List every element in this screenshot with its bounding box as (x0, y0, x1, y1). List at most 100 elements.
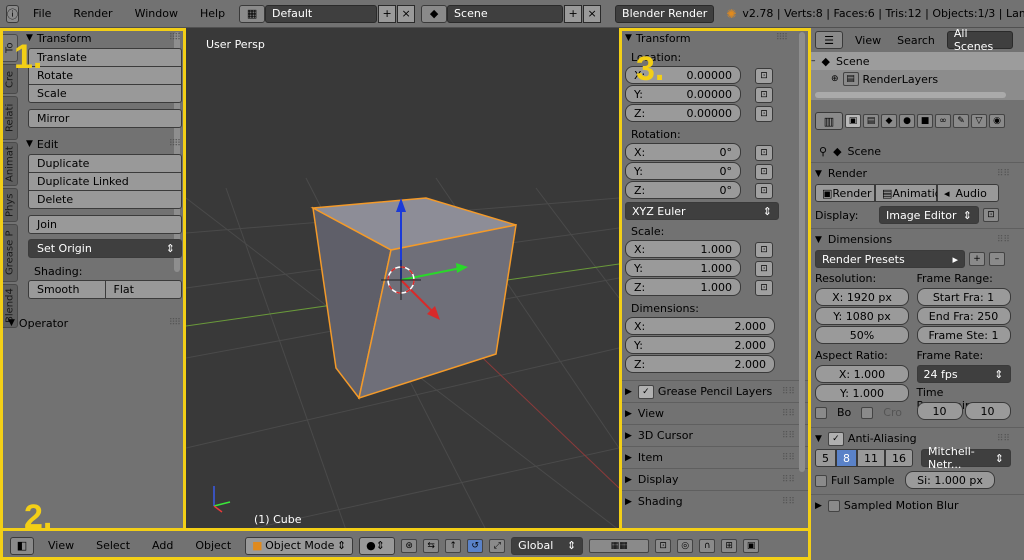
mode-dropdown[interactable]: ■ Object Mode ⇕ (245, 536, 354, 555)
section-display[interactable]: ▶ Display ⠿⠿ (619, 468, 809, 490)
drag-grip-icon[interactable]: ⠿⠿ (782, 387, 795, 397)
scale-y-field[interactable]: Y: 1.000 (625, 259, 741, 277)
tab-relations[interactable]: Relati (2, 96, 18, 140)
render-panel-header[interactable]: ▼ Render ⠿⠿ (809, 162, 1024, 184)
transform-orientation-dropdown[interactable]: Global ⇕ (511, 536, 584, 555)
flat-button[interactable]: Flat (104, 280, 182, 299)
render-image-button[interactable]: ▣ Render (815, 184, 875, 202)
rotation-x-field[interactable]: X: 0° (625, 143, 741, 161)
drag-grip-icon[interactable]: ⠿⠿ (169, 318, 181, 328)
border-checkbox[interactable] (815, 406, 827, 419)
aa-samples-8[interactable]: 8 (836, 449, 857, 467)
menu-file[interactable]: File (25, 7, 59, 20)
section-grease-pencil-layers[interactable]: ▶ ✓ Grease Pencil Layers ⠿⠿ (619, 380, 809, 402)
snap-magnet-icon[interactable]: ∩ (699, 538, 716, 553)
filter-size-field[interactable]: Si: 1.000 px (905, 471, 995, 489)
frame-step-field[interactable]: Frame Ste: 1 (916, 326, 1011, 344)
outliner-row-renderlayers[interactable]: ⊕ ▤ RenderLayers (809, 70, 1024, 88)
operator-panel-header[interactable]: ▼ Operator ⠿⠿ (2, 313, 186, 333)
menu-view[interactable]: View (40, 539, 82, 552)
outliner-row-scene[interactable]: – ◆ Scene (809, 52, 1024, 70)
remap-new-field[interactable]: 10 (964, 402, 1011, 420)
drag-grip-icon[interactable]: ⠿⠿ (776, 33, 788, 43)
lock-layers-icon[interactable]: ⊡ (655, 538, 672, 553)
drag-grip-icon[interactable]: ⠿⠿ (169, 139, 181, 149)
section-shading[interactable]: ▶ Shading ⠿⠿ (619, 490, 809, 512)
modifiers-tab-icon[interactable]: ✎ (953, 114, 969, 128)
outliner-editor-icon[interactable]: ☰ (815, 31, 843, 49)
drag-grip-icon[interactable]: ⠿⠿ (997, 434, 1010, 444)
mirror-button[interactable]: Mirror (28, 109, 182, 128)
lock-icon[interactable]: ⊡ (755, 105, 773, 122)
remove-layout-icon[interactable]: × (397, 4, 416, 23)
render-audio-button[interactable]: ◂ Audio (937, 184, 999, 202)
section-view[interactable]: ▶ View ⠿⠿ (619, 402, 809, 424)
layout-grid-icon[interactable]: ▦ (239, 4, 266, 23)
frame-end-field[interactable]: End Fra: 250 (916, 307, 1011, 325)
display-mode-dropdown[interactable]: Image Editor ⇕ (879, 206, 979, 224)
motion-blur-panel-header[interactable]: ▶ Sampled Motion Blur (809, 494, 1024, 516)
lock-icon[interactable]: ⊡ (755, 279, 773, 296)
delete-button[interactable]: Delete (28, 190, 182, 209)
add-preset-icon[interactable]: + (969, 252, 985, 266)
location-z-field[interactable]: Z: 0.00000 (625, 104, 741, 122)
drag-grip-icon[interactable]: ⠿⠿ (782, 409, 795, 419)
lock-icon[interactable]: ⊡ (983, 208, 999, 222)
full-sample-checkbox[interactable] (815, 474, 827, 487)
crop-checkbox[interactable] (861, 406, 874, 419)
translate-manipulator-icon[interactable]: ↑ (445, 538, 462, 553)
layout-field[interactable]: Default (265, 4, 378, 23)
constraints-tab-icon[interactable]: ∞ (935, 114, 951, 128)
scale-z-field[interactable]: Z: 1.000 (625, 278, 741, 296)
props-transform-header[interactable]: ▼ Transform ⠿⠿ (619, 28, 809, 48)
motion-blur-checkbox[interactable] (827, 499, 840, 512)
world-tab-icon[interactable]: ● (899, 114, 915, 128)
tab-animation[interactable]: Animat (2, 142, 18, 186)
duplicate-button[interactable]: Duplicate (28, 154, 182, 173)
tab-physics[interactable]: Phys (2, 188, 18, 222)
dimensions-x-field[interactable]: X: 2.000 (625, 317, 775, 335)
rotation-z-field[interactable]: Z: 0° (625, 181, 741, 199)
frame-start-field[interactable]: Start Fra: 1 (916, 288, 1011, 306)
rotation-y-field[interactable]: Y: 0° (625, 162, 741, 180)
tab-grease-pencil[interactable]: Grease P (2, 224, 18, 282)
drag-grip-icon[interactable]: ⠿⠿ (782, 453, 795, 463)
menu-help[interactable]: Help (192, 7, 233, 20)
transform-panel-header[interactable]: ▼ Transform ⠿⠿ (20, 28, 186, 48)
lock-icon[interactable]: ⊡ (755, 182, 773, 199)
lock-icon[interactable]: ⊡ (755, 241, 773, 258)
checkbox-checked-icon[interactable]: ✓ (637, 384, 654, 399)
3d-view-editor-icon[interactable]: ◧ (10, 536, 34, 555)
drag-grip-icon[interactable]: ⠿⠿ (782, 497, 795, 507)
dimensions-z-field[interactable]: Z: 2.000 (625, 355, 775, 373)
render-layers-tab-icon[interactable]: ▤ (863, 114, 879, 128)
pin-icon[interactable]: ⚲ (819, 145, 827, 158)
expand-plus-icon[interactable]: ⊕ (831, 74, 839, 84)
drag-grip-icon[interactable]: ⠿⠿ (169, 33, 181, 43)
lock-icon[interactable]: ⊡ (755, 260, 773, 277)
aspect-x-field[interactable]: X: 1.000 (815, 365, 909, 383)
properties-editor-icon[interactable]: ▥ (815, 112, 843, 130)
drag-grip-icon[interactable]: ⠿⠿ (997, 235, 1010, 245)
rotation-mode-dropdown[interactable]: XYZ Euler ⇕ (625, 202, 779, 220)
pivot-point-icon[interactable]: ⊛ (401, 538, 418, 553)
add-layout-icon[interactable]: + (378, 4, 397, 23)
set-origin-dropdown[interactable]: Set Origin ⇕ (28, 239, 182, 258)
join-button[interactable]: Join (28, 215, 182, 234)
scale-x-field[interactable]: X: 1.000 (625, 240, 741, 258)
rotate-button[interactable]: Rotate (28, 66, 182, 85)
menu-object[interactable]: Object (187, 539, 239, 552)
outliner-display-mode[interactable]: All Scenes (946, 28, 1013, 53)
manipulator-icon[interactable]: ⇆ (423, 538, 440, 553)
outliner-menu-search[interactable]: Search (893, 34, 939, 47)
menu-select[interactable]: Select (88, 539, 138, 552)
lock-icon[interactable]: ⊡ (755, 86, 773, 103)
edit-panel-header[interactable]: ▼ Edit ⠿⠿ (20, 134, 186, 154)
drag-grip-icon[interactable]: ⠿⠿ (782, 475, 795, 485)
scale-button[interactable]: Scale (28, 84, 182, 103)
render-presets-dropdown[interactable]: Render Presets ▸ (815, 250, 965, 268)
outliner-menu-view[interactable]: View (851, 34, 885, 47)
render-animation-button[interactable]: ▤ Animatio (875, 184, 942, 202)
drag-grip-icon[interactable]: ⠿⠿ (782, 431, 795, 441)
section-3d-cursor[interactable]: ▶ 3D Cursor ⠿⠿ (619, 424, 809, 446)
